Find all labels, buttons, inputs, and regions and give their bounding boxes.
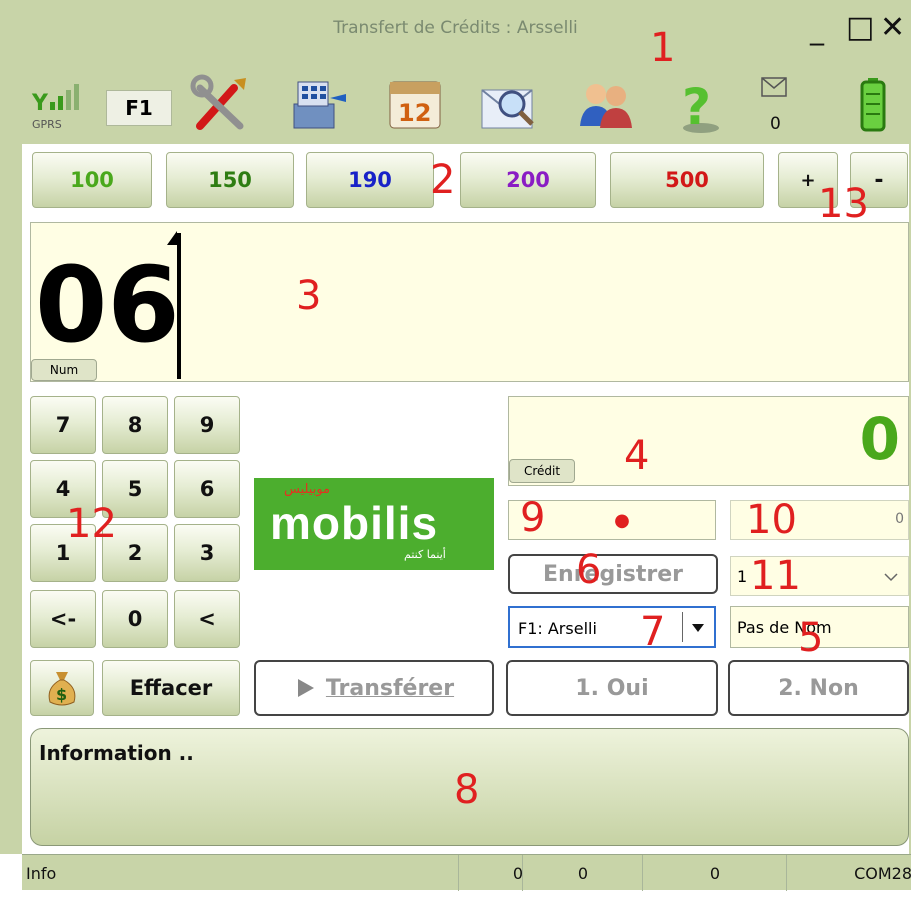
key-6[interactable]: 6 <box>174 460 240 518</box>
count-select-value: 1 <box>737 567 748 586</box>
cursor-flag-icon <box>167 231 177 245</box>
operator-select-value: F1: Arselli <box>518 619 597 638</box>
annotation-2: 2 <box>430 157 456 203</box>
transfer-button[interactable]: Transférer <box>254 660 494 716</box>
svg-text:Y: Y <box>31 91 49 116</box>
code-dot: ● <box>614 509 630 531</box>
close-button[interactable]: ✕ <box>880 13 905 43</box>
status-counter-3: 0 <box>642 855 787 891</box>
mail-icon[interactable] <box>760 76 790 100</box>
left-border <box>0 144 22 854</box>
help-icon[interactable]: ? <box>670 74 732 136</box>
battery-icon <box>856 76 890 134</box>
annotation-10: 10 <box>746 497 797 543</box>
annotation-9: 9 <box>520 495 546 541</box>
dropdown-arrow-icon <box>692 624 704 632</box>
minimize-button[interactable]: _ <box>810 16 824 44</box>
operator-select[interactable]: F1: Arselli <box>508 606 716 648</box>
toolbar: Y GPRS F1 12 ? 0 <box>0 58 911 144</box>
status-counter-2: 0 <box>522 855 643 891</box>
input-mode-badge: Num <box>31 359 97 381</box>
text-cursor <box>177 233 181 379</box>
annotation-6: 6 <box>576 547 602 593</box>
status-info: Info <box>26 863 57 883</box>
amount-190-button[interactable]: 190 <box>306 152 434 208</box>
amount-500-button[interactable]: 500 <box>610 152 764 208</box>
amount-label: 500 <box>665 168 709 192</box>
money-bag-icon: $ <box>48 672 76 706</box>
amount-field-value: 0 <box>895 511 904 527</box>
chevron-down-icon <box>884 573 898 582</box>
phone-number-display[interactable]: 06 Num <box>30 222 909 382</box>
amount-150-button[interactable]: 150 <box>166 152 294 208</box>
svg-text:?: ? <box>682 78 711 136</box>
key-0[interactable]: 0 <box>102 590 168 648</box>
svg-text:12: 12 <box>398 99 431 127</box>
save-button[interactable]: Enregistrer <box>508 554 718 594</box>
status-bar: Info 0 0 0 COM28 <box>22 854 911 891</box>
annotation-4: 4 <box>624 433 650 479</box>
status-port: COM28 <box>786 855 911 891</box>
amount-label: 150 <box>208 168 252 192</box>
calendar-icon[interactable]: 12 <box>384 74 446 136</box>
annotation-7: 7 <box>640 609 666 655</box>
annotation-11: 11 <box>750 553 801 599</box>
mobilis-arabic-tagline: أينما كنتم <box>404 548 446 561</box>
key-3[interactable]: 3 <box>174 524 240 582</box>
credit-display: 0 Crédit <box>508 396 909 486</box>
key-left[interactable]: < <box>174 590 240 648</box>
cash-register-icon[interactable] <box>286 74 348 136</box>
annotation-8: 8 <box>454 767 480 813</box>
amount-label: 190 <box>348 168 392 192</box>
key-9[interactable]: 9 <box>174 396 240 454</box>
annotation-5: 5 <box>798 615 824 661</box>
f1-button[interactable]: F1 <box>106 90 172 126</box>
annotation-13: 13 <box>818 181 869 227</box>
amount-100-button[interactable]: 100 <box>32 152 152 208</box>
amount-label: 100 <box>70 168 114 192</box>
transfer-label: Transférer <box>325 675 455 701</box>
select-divider <box>682 612 683 642</box>
mail-search-icon[interactable] <box>478 74 540 136</box>
clear-button[interactable]: Effacer <box>102 660 240 716</box>
tools-icon[interactable] <box>190 74 252 136</box>
phone-number-value: 06 <box>35 244 180 366</box>
yes-button[interactable]: 1. Oui <box>506 660 718 716</box>
annotation-3: 3 <box>296 273 322 319</box>
maximize-button[interactable]: □ <box>846 13 874 43</box>
money-bag-button[interactable]: $ <box>30 660 94 716</box>
mobilis-brand: mobilis <box>270 497 439 549</box>
amount-200-button[interactable]: 200 <box>460 152 596 208</box>
annotation-12: 12 <box>66 501 117 547</box>
users-icon[interactable] <box>574 74 636 136</box>
gprs-label: GPRS <box>32 118 62 131</box>
key-7[interactable]: 7 <box>30 396 96 454</box>
window-title: Transfert de Crédits : Arsselli <box>333 18 578 38</box>
key-8[interactable]: 8 <box>102 396 168 454</box>
credit-value: 0 <box>859 405 900 473</box>
amount-label: 200 <box>506 168 550 192</box>
mobilis-logo: موبيليس mobilis أينما كنتم <box>254 478 494 570</box>
play-icon <box>297 679 314 697</box>
information-title: Information .. <box>39 741 194 765</box>
mail-count: 0 <box>770 114 781 134</box>
mobilis-arabic-top: موبيليس <box>284 482 331 497</box>
annotation-1: 1 <box>650 25 676 71</box>
no-button[interactable]: 2. Non <box>728 660 909 716</box>
credit-label: Crédit <box>509 459 575 483</box>
key-backspace[interactable]: <- <box>30 590 96 648</box>
svg-text:$: $ <box>56 685 67 704</box>
